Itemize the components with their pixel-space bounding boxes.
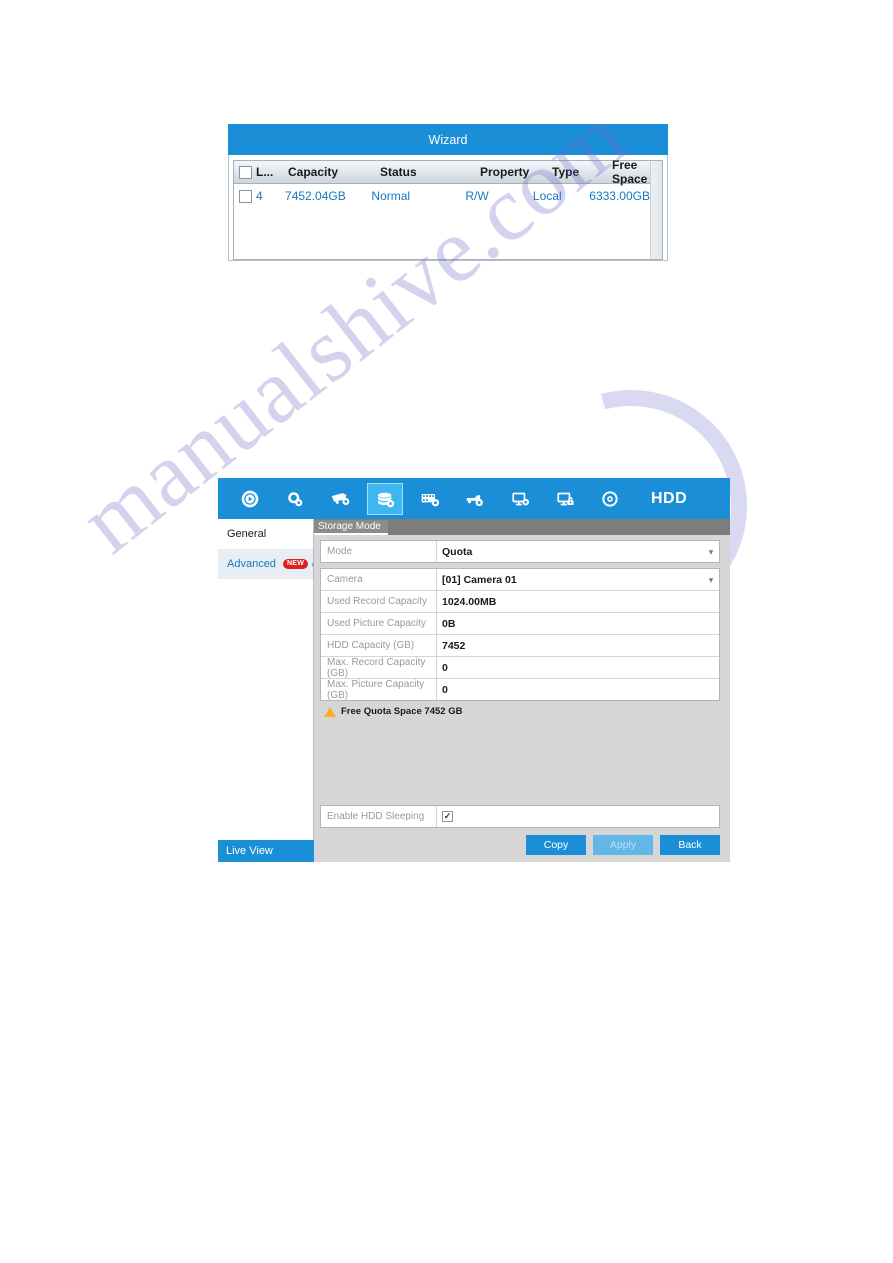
wizard-dialog: Wizard L... Capacity Status Property Typ… [228,124,668,261]
column-header-capacity: Capacity [288,165,339,179]
button-bar: Copy Apply Back [314,828,730,862]
record-settings-icon[interactable] [412,483,448,515]
free-quota-space-text: Free Quota Space 7452 GB [341,706,463,717]
row-label: 4 [256,189,263,203]
camera-select[interactable]: [01] Camera 01 ▾ [437,569,719,590]
row-select-cell[interactable]: 4 [234,189,285,203]
system-security-icon[interactable] [547,483,583,515]
header-select-all[interactable]: L... [234,165,288,179]
column-header-type: Type [552,165,580,179]
sidebar-item-general[interactable]: General [218,519,313,549]
free-quota-space-note: Free Quota Space 7452 GB [324,706,720,717]
max-record-capacity-label: Max. Record Capacity (GB) [321,657,437,679]
camera-value: [01] Camera 01 [442,573,517,586]
form-filler [320,717,720,805]
search-settings-icon[interactable] [277,483,313,515]
tab-bar: Storage Mode [314,519,730,535]
mode-select[interactable]: Quota ▾ [437,541,719,562]
back-button-label: Back [678,839,702,851]
copy-button-label: Copy [543,839,569,851]
mode-value: Quota [442,545,473,558]
used-record-capacity-value: 1024.00MB [442,595,497,608]
new-badge: NEW [282,558,309,570]
column-header-label: L... [256,165,274,179]
chevron-down-icon: ▾ [708,575,713,584]
wizard-title: Wizard [228,124,668,155]
hdd-settings-icon[interactable] [367,482,403,515]
enable-hdd-sleeping-cell[interactable]: ✓ [437,806,719,827]
max-record-capacity-input[interactable]: 0 [437,657,719,678]
used-picture-capacity-value: 0B [442,617,456,630]
network-settings-icon[interactable] [502,483,538,515]
system-info-icon[interactable] [592,483,628,515]
hdd-sleeping-group: Enable HDD Sleeping ✓ [320,805,720,828]
max-picture-capacity-label: Max. Picture Capacity (GB) [321,679,437,701]
select-all-checkbox[interactable] [239,165,252,179]
storage-mode-form: Mode Quota ▾ Camera [01] Camera 01 ▾ Use… [314,535,730,828]
row-checkbox[interactable] [239,189,252,203]
nvr-body: General Advanced NEW › Live View Storage… [218,519,730,862]
row-capacity: 7452.04GB [285,189,346,203]
sidebar: General Advanced NEW › Live View [218,519,314,862]
camera-settings-icon[interactable] [322,483,358,515]
max-picture-capacity-input[interactable]: 0 [437,679,719,700]
row-used-record-capacity: Used Record Capacity 1024.00MB [321,591,719,613]
row-max-record-capacity: Max. Record Capacity (GB) 0 [321,657,719,679]
apply-button-label: Apply [609,839,637,851]
row-camera: Camera [01] Camera 01 ▾ [321,569,719,591]
used-record-capacity-label: Used Record Capacity [321,591,437,612]
row-enable-hdd-sleeping: Enable HDD Sleeping ✓ [321,806,719,827]
tab-storage-mode[interactable]: Storage Mode [314,520,388,535]
row-property: R/W [465,189,489,203]
copy-button[interactable]: Copy [526,835,586,855]
apply-button[interactable]: Apply [593,835,653,855]
sidebar-item-advanced[interactable]: Advanced NEW › [218,549,315,579]
back-button[interactable]: Back [660,835,720,855]
enable-hdd-sleeping-checkbox[interactable]: ✓ [442,811,453,822]
column-header-status: Status [380,165,417,179]
chevron-down-icon: ▾ [708,547,713,556]
hdd-capacity-label: HDD Capacity (GB) [321,635,437,656]
row-hdd-capacity: HDD Capacity (GB) 7452 [321,635,719,657]
table-row[interactable]: 4 7452.04GB Normal R/W Local 6333.00GB [234,184,650,208]
row-mode: Mode Quota ▾ [321,541,719,562]
wizard-body: L... Capacity Status Property Type Free … [228,155,668,261]
enable-hdd-sleeping-label: Enable HDD Sleeping [321,806,437,827]
quota-fields-group: Camera [01] Camera 01 ▾ Used Record Capa… [320,568,720,701]
mode-label: Mode [321,541,437,562]
row-used-picture-capacity: Used Picture Capacity 0B [321,613,719,635]
warning-icon [324,706,336,717]
playback-settings-icon[interactable] [232,483,268,515]
live-view-button[interactable]: Live View [218,840,314,862]
sidebar-item-label: Advanced [227,558,276,570]
mode-group: Mode Quota ▾ [320,540,720,563]
hdd-table: L... Capacity Status Property Type Free … [233,158,650,260]
sidebar-item-label: General [227,528,267,540]
content-panel: Storage Mode Mode Quota ▾ Camera [01] Ca… [314,519,730,862]
row-free-space: 6333.00GB [589,189,650,203]
column-header-free-space: Free Space [612,158,648,186]
hdd-capacity-value: 7452 [442,639,466,652]
row-type: Local [532,189,562,203]
camera-label: Camera [321,569,437,590]
row-max-picture-capacity: Max. Picture Capacity (GB) 0 [321,679,719,701]
column-header-property: Property [480,165,530,179]
row-status: Normal [371,189,411,203]
tab-label: Storage Mode [318,521,381,532]
hdd-table-header: L... Capacity Status Property Type Free … [234,158,650,186]
used-picture-capacity-label: Used Picture Capacity [321,613,437,634]
page-title: HDD [651,489,688,507]
chevron-right-icon: › [311,559,315,569]
nvr-settings-window: HDD General Advanced NEW › Live View Sto… [218,478,730,862]
alarm-settings-icon[interactable] [457,483,493,515]
live-view-label: Live View [226,845,273,857]
main-toolbar: HDD [218,478,730,519]
hdd-table-scrollbar[interactable] [650,160,663,260]
